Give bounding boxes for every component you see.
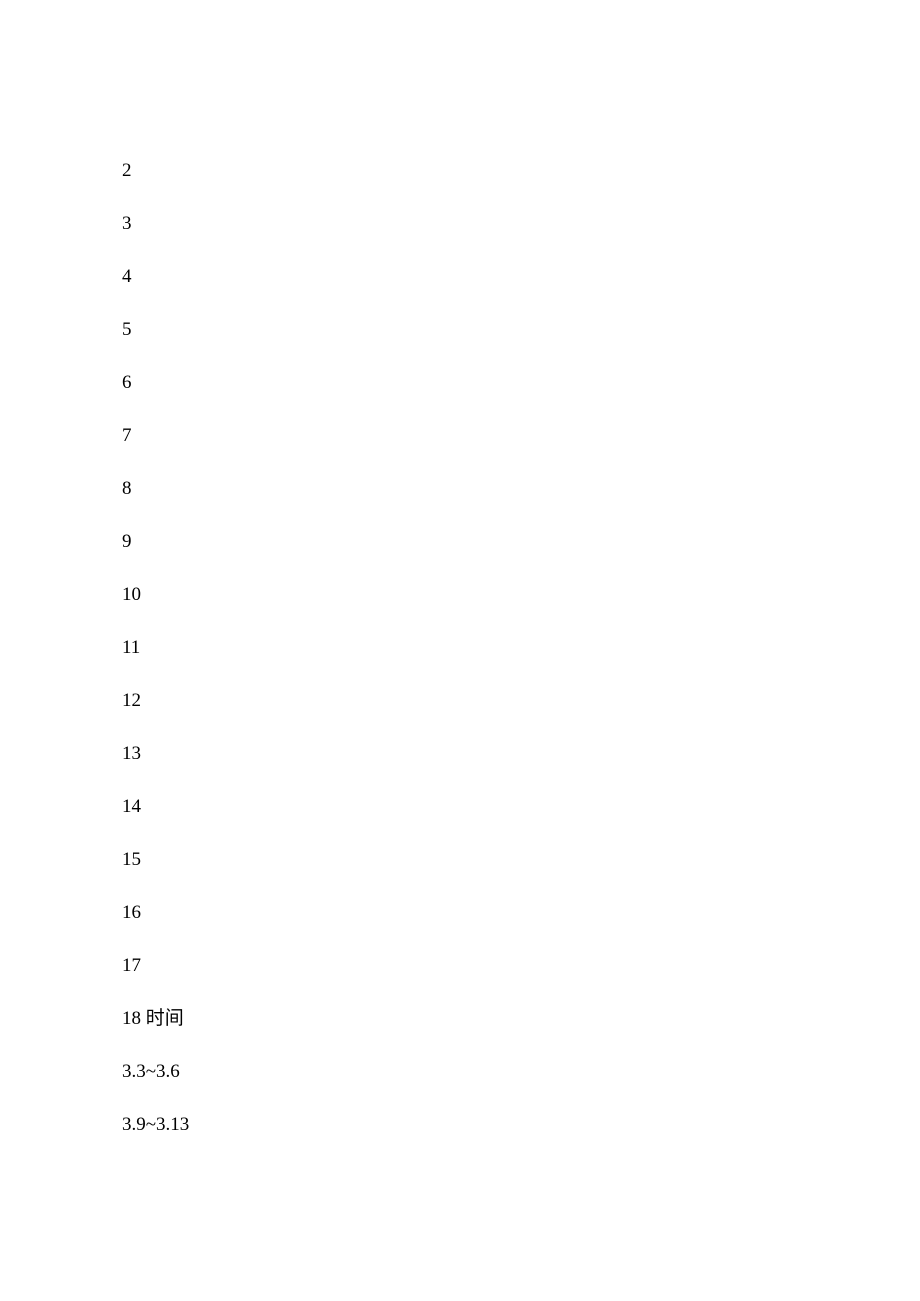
document-content: 2 3 4 5 6 7 8 9 10 11 12 13 14 15 16 17 … — [122, 161, 920, 1134]
text-line: 10 — [122, 585, 920, 604]
text-line: 3.9~3.13 — [122, 1115, 920, 1134]
text-line: 17 — [122, 956, 920, 975]
text-line: 8 — [122, 479, 920, 498]
text-line: 11 — [122, 638, 920, 657]
text-line: 15 — [122, 850, 920, 869]
text-line: 12 — [122, 691, 920, 710]
text-line: 3.3~3.6 — [122, 1062, 920, 1081]
text-line: 7 — [122, 426, 920, 445]
text-line: 2 — [122, 161, 920, 180]
text-line: 18 时间 — [122, 1009, 920, 1028]
text-line: 16 — [122, 903, 920, 922]
text-line: 6 — [122, 373, 920, 392]
text-line: 9 — [122, 532, 920, 551]
text-line: 14 — [122, 797, 920, 816]
text-line: 13 — [122, 744, 920, 763]
text-line: 4 — [122, 267, 920, 286]
text-line: 3 — [122, 214, 920, 233]
text-line: 5 — [122, 320, 920, 339]
